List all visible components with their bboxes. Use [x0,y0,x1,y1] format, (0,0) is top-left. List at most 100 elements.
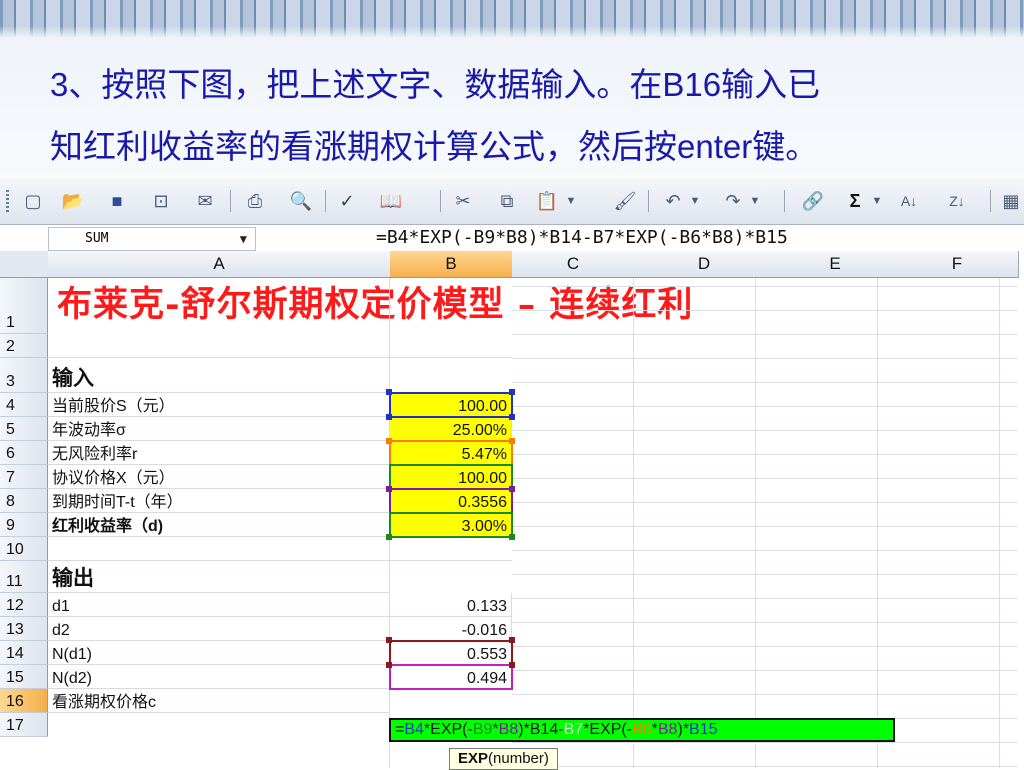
input-heading[interactable]: 输入 [48,358,390,393]
autosum-dropdown-icon[interactable]: ▼ [870,189,884,213]
row-header-2[interactable]: 2 [0,334,48,358]
redo-icon[interactable]: ↷ [720,189,746,213]
column-header-d[interactable]: D [634,251,775,278]
select-all-corner[interactable] [0,251,49,278]
cut-icon[interactable]: ✂ [450,189,476,213]
paste-dropdown-icon[interactable]: ▼ [564,189,578,213]
hyperlink-icon[interactable]: 🔗 [800,189,826,213]
format-painter-icon[interactable]: 🖌 [612,189,638,213]
research-icon[interactable]: 📖 [378,189,404,213]
label-stock-price[interactable]: 当前股价S（元） [48,393,390,417]
autosum-icon[interactable]: Σ [842,189,868,213]
range-handle[interactable] [386,486,392,492]
range-handle[interactable] [386,534,392,540]
range-handle[interactable] [386,389,392,395]
value-stock-price[interactable]: 100.00 [390,393,512,417]
row-header-9[interactable]: 9 [0,513,48,537]
name-box[interactable]: SUM ▼ [48,227,256,251]
formula-part: = [395,721,405,738]
label-d2[interactable]: d2 [48,617,390,641]
row-header-10[interactable]: 10 [0,537,48,561]
range-handle[interactable] [509,534,515,540]
empty-row-10[interactable] [48,537,512,561]
value-strike-price[interactable]: 100.00 [390,465,512,489]
row-header-3[interactable]: 3 [0,358,48,393]
sort-descending-icon[interactable]: Z↓ [944,189,970,213]
chart-wizard-icon[interactable]: ▦ [998,189,1024,213]
row-header-11[interactable]: 11 [0,561,48,593]
label-n-d2[interactable]: N(d2) [48,665,390,689]
label-risk-free-rate[interactable]: 无风险利率r [48,441,390,465]
value-dividend-yield[interactable]: 3.00% [390,513,512,537]
permission-icon[interactable]: ⊡ [148,189,174,213]
formula-input[interactable]: =B4*EXP(-B9*B8)*B14-B7*EXP(-B6*B8)*B15 [376,227,788,249]
value-n-d1[interactable]: 0.553 [390,641,512,665]
sheet-title[interactable]: 布莱克-舒尔斯期权定价模型 – 连续红利 [49,278,693,332]
range-handle[interactable] [509,389,515,395]
print-icon[interactable]: ⎙ [242,189,268,213]
label-volatility[interactable]: 年波动率σ [48,417,390,441]
range-handle[interactable] [386,662,392,668]
redo-dropdown-icon[interactable]: ▼ [748,189,762,213]
column-header-b[interactable]: B [390,251,513,278]
paste-icon[interactable]: 📋 [534,189,560,213]
save-icon[interactable]: ■ [104,189,130,213]
editing-cell-b16[interactable]: =B4*EXP(-B9*B8)*B14-B7*EXP(-B6*B8)*B15 [389,718,895,742]
label-call-price[interactable]: 看涨期权价格c [48,689,390,713]
tooltip-function-name[interactable]: EXP [458,750,488,767]
print-preview-icon[interactable]: 🔍 [288,189,314,213]
undo-icon[interactable]: ↶ [660,189,686,213]
range-handle[interactable] [509,662,515,668]
copy-icon[interactable]: ⧉ [494,189,520,213]
open-icon[interactable]: 📂 [60,189,86,213]
value-d1[interactable]: 0.133 [390,593,512,617]
range-handle[interactable] [509,414,515,420]
range-handle[interactable] [509,486,515,492]
value-risk-free-rate[interactable]: 5.47% [390,441,512,465]
empty-row-2[interactable] [48,334,512,358]
label-d1[interactable]: d1 [48,593,390,617]
value-d2[interactable]: -0.016 [390,617,512,641]
spelling-icon[interactable]: ✓ [334,189,360,213]
column-header-f[interactable]: F [896,251,1019,278]
toolbar-separator [990,190,991,212]
row-header-12[interactable]: 12 [0,593,48,617]
row-header-17[interactable]: 17 [0,713,48,737]
range-handle[interactable] [386,438,392,444]
column-header-a[interactable]: A [48,251,391,278]
column-header-e[interactable]: E [774,251,897,278]
function-tooltip[interactable]: EXP(number) [449,748,558,770]
label-time-to-expiry[interactable]: 到期时间T-t（年） [48,489,390,513]
undo-dropdown-icon[interactable]: ▼ [688,189,702,213]
formula-bar: SUM ▼ =B4*EXP(-B9*B8)*B14-B7*EXP(-B6*B8)… [0,225,1024,252]
row-header-6[interactable]: 6 [0,441,48,465]
range-handle[interactable] [509,637,515,643]
row-header-8[interactable]: 8 [0,489,48,513]
output-heading[interactable]: 输出 [48,561,390,593]
row-header-4[interactable]: 4 [0,393,48,417]
label-n-d1[interactable]: N(d1) [48,641,390,665]
range-handle[interactable] [386,414,392,420]
instruction-text: 3、按照下图，把上述文字、数据输入。在B16输入已 知红利收益率的看涨期权计算公… [50,54,1010,178]
row-header-16[interactable]: 16 [0,689,48,713]
value-n-d2[interactable]: 0.494 [390,665,512,689]
range-handle[interactable] [509,438,515,444]
new-icon[interactable]: ▢ [20,189,46,213]
toolbar-grip[interactable] [6,190,9,212]
row-header-13[interactable]: 13 [0,617,48,641]
column-header-c[interactable]: C [512,251,635,278]
row-header-7[interactable]: 7 [0,465,48,489]
value-time-to-expiry[interactable]: 0.3556 [390,489,512,513]
value-volatility[interactable]: 25.00% [390,417,512,441]
row-header-1[interactable]: 1 [0,278,48,334]
row-header-15[interactable]: 15 [0,665,48,689]
email-icon[interactable]: ✉ [192,189,218,213]
slide-header: 3、按照下图，把上述文字、数据输入。在B16输入已 知红利收益率的看涨期权计算公… [0,0,1024,178]
label-dividend-yield[interactable]: 红利收益率（d) [48,513,390,537]
range-handle[interactable] [386,637,392,643]
row-header-5[interactable]: 5 [0,417,48,441]
sort-ascending-icon[interactable]: A↓ [896,189,922,213]
label-strike-price[interactable]: 协议价格X（元） [48,465,390,489]
chevron-down-icon[interactable]: ▼ [240,228,247,250]
row-header-14[interactable]: 14 [0,641,48,665]
